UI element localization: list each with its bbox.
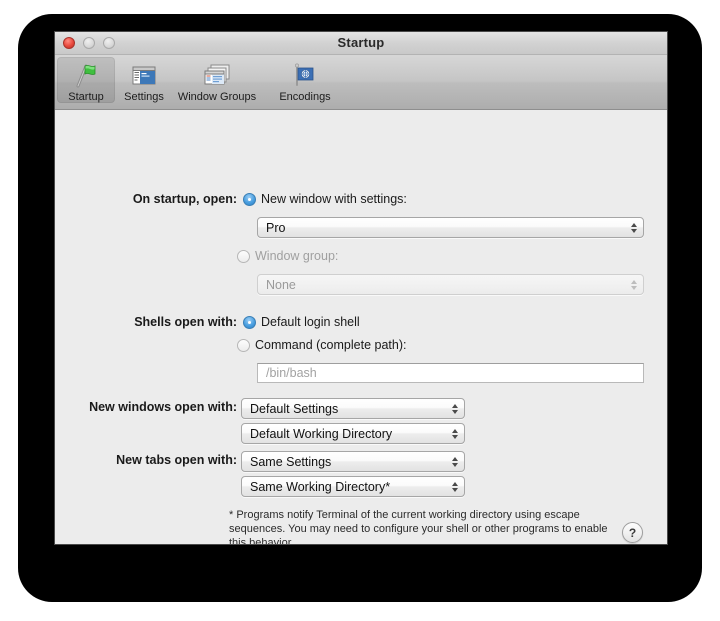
radio-label-default-login-shell: Default login shell — [261, 315, 360, 329]
toolbar-item-window-groups[interactable]: Window Groups — [173, 57, 261, 103]
new-windows-row: New windows open with: — [77, 400, 243, 414]
new-windows-label: New windows open with: — [89, 400, 237, 414]
chevron-updown-icon — [452, 428, 458, 439]
window-title: Startup — [337, 35, 385, 50]
chevron-updown-icon — [631, 222, 637, 233]
radio-command-path[interactable]: Command (complete path): — [237, 338, 406, 352]
chevron-updown-icon — [631, 279, 637, 290]
startup-label: On startup, open: — [132, 192, 237, 206]
preferences-window: Startup Startup Settings Window Groups E… — [54, 31, 668, 545]
toolbar-label-startup: Startup — [68, 91, 104, 103]
toolbar-label-encodings: Encodings — [279, 91, 331, 103]
radio-label-command-path: Command (complete path): — [255, 338, 407, 352]
command-option-row: Command (complete path): — [237, 338, 406, 352]
radio-indicator-window-group[interactable] — [237, 249, 250, 263]
command-path-placeholder: /bin/bash — [266, 366, 317, 380]
chevron-updown-icon — [452, 403, 458, 414]
command-path-input[interactable]: /bin/bash — [257, 363, 644, 383]
new-windows-directory-popup[interactable]: Default Working Directory — [241, 423, 465, 444]
footnote-text: * Programs notify Terminal of the curren… — [229, 509, 608, 545]
radio-indicator-new-window[interactable] — [243, 192, 256, 206]
chevron-updown-icon — [452, 481, 458, 492]
toolbar-item-startup[interactable]: Startup — [57, 57, 115, 103]
radio-label-window-group: Window group: — [255, 249, 339, 263]
window-group-popup[interactable]: None — [257, 274, 644, 295]
window-titlebar: Startup — [55, 32, 667, 55]
startup-settings-popup-value: Pro — [266, 220, 286, 235]
new-windows-settings-popup[interactable]: Default Settings — [241, 398, 465, 419]
terminal-window-icon — [128, 60, 160, 90]
radio-indicator-default-login-shell[interactable] — [243, 315, 256, 329]
chevron-updown-icon — [452, 456, 458, 467]
radio-default-login-shell[interactable]: Default login shell — [243, 315, 360, 329]
new-tabs-directory-value: Same Working Directory* — [250, 479, 391, 494]
help-button[interactable]: ? — [622, 522, 643, 543]
startup-settings-popup[interactable]: Pro — [257, 217, 644, 238]
toolbar-label-window-groups: Window Groups — [177, 91, 257, 103]
green-flag-icon — [70, 60, 102, 90]
new-tabs-label: New tabs open with: — [116, 453, 237, 467]
toolbar-item-encodings[interactable]: Encodings — [261, 57, 349, 103]
new-tabs-directory-popup[interactable]: Same Working Directory* — [241, 476, 465, 497]
window-group-popup-value: None — [266, 277, 296, 292]
radio-indicator-command-path[interactable] — [237, 338, 250, 352]
new-tabs-row: New tabs open with: — [77, 453, 243, 467]
help-button-label: ? — [628, 525, 637, 540]
un-flag-icon — [289, 60, 321, 90]
radio-window-group[interactable]: Window group: — [237, 249, 338, 263]
shells-option-row: Shells open with: Default login shell — [77, 315, 360, 329]
preferences-content: On startup, open: New window with settin… — [55, 110, 667, 545]
new-windows-directory-value: Default Working Directory — [250, 426, 393, 441]
new-tabs-settings-value: Same Settings — [250, 454, 332, 469]
radio-new-window-with-settings[interactable]: New window with settings: — [243, 192, 407, 206]
toolbar-item-settings[interactable]: Settings — [115, 57, 173, 103]
new-tabs-settings-popup[interactable]: Same Settings — [241, 451, 465, 472]
window-group-option-row: Window group: — [237, 249, 338, 263]
radio-label-new-window: New window with settings: — [261, 192, 407, 206]
stacked-windows-icon — [201, 60, 233, 90]
startup-option-row: On startup, open: New window with settin… — [77, 192, 407, 206]
toolbar-label-settings: Settings — [124, 91, 164, 103]
preferences-toolbar: Startup Settings Window Groups Encodings — [55, 55, 667, 110]
shells-label: Shells open with: — [134, 315, 237, 329]
new-windows-settings-value: Default Settings — [250, 401, 339, 416]
